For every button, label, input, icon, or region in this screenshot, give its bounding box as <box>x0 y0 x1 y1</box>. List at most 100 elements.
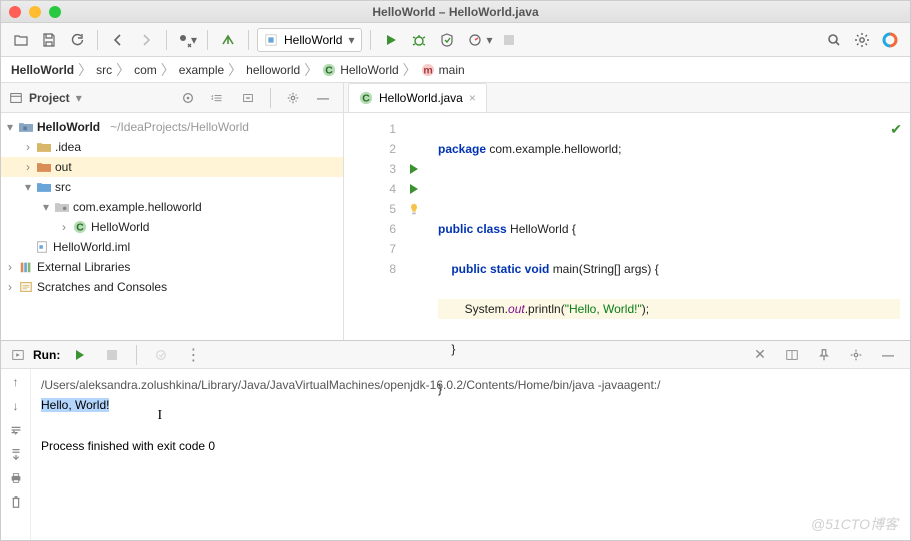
svg-text:C: C <box>362 93 370 105</box>
hide-panel-icon[interactable]: — <box>311 86 335 110</box>
scroll-to-end-icon[interactable] <box>9 447 23 461</box>
add-config-icon[interactable]: ▾ <box>175 28 199 52</box>
title-bar: HelloWorld – HelloWorld.java <box>1 1 910 23</box>
tab-filename: HelloWorld.java <box>379 91 463 105</box>
run-icon[interactable] <box>379 28 403 52</box>
down-stack-icon[interactable]: ↓ <box>13 399 19 413</box>
console-command-line: /Users/aleksandra.zolushkina/Library/Jav… <box>41 375 900 395</box>
breadcrumb-item[interactable]: HelloWorld <box>11 63 74 77</box>
folder-icon <box>37 141 51 153</box>
up-stack-icon[interactable]: ↑ <box>13 375 19 389</box>
profile-icon[interactable] <box>463 28 487 52</box>
watermark-text: @51CTO博客 <box>811 514 898 534</box>
breadcrumb-item[interactable]: example <box>179 63 224 77</box>
project-tool-window: Project ▾ — ▾ HelloWorld ~/IdeaProjects/… <box>1 83 344 340</box>
module-file-icon <box>35 240 49 254</box>
class-icon: C <box>359 91 373 105</box>
run-gutter-icon[interactable] <box>408 183 420 195</box>
soft-wrap-icon[interactable] <box>9 423 23 437</box>
navigation-breadcrumb: HelloWorld〉 src〉 com〉 example〉 helloworl… <box>1 57 910 83</box>
tree-folder-idea[interactable]: ›.idea <box>1 137 343 157</box>
expand-all-icon[interactable] <box>206 86 230 110</box>
class-icon: C <box>322 63 336 77</box>
debug-icon[interactable] <box>407 28 431 52</box>
jetbrains-icon[interactable] <box>878 28 902 52</box>
svg-text:C: C <box>325 64 333 76</box>
java-app-icon <box>264 33 278 47</box>
run-config-selector[interactable]: HelloWorld ▾ <box>257 28 362 52</box>
collapse-all-icon[interactable] <box>236 86 260 110</box>
run-tool-window: Run: ⋮ ✕ — ↑ ↓ /Users/aleksandra.zolushk… <box>1 340 910 540</box>
close-tab-icon[interactable]: × <box>469 91 476 105</box>
select-opened-file-icon[interactable] <box>176 86 200 110</box>
save-icon[interactable] <box>37 28 61 52</box>
svg-text:C: C <box>76 222 84 234</box>
maximize-window-button[interactable] <box>49 6 61 18</box>
stop-run-icon[interactable] <box>100 343 124 367</box>
run-panel-icon <box>11 348 25 362</box>
source-folder-icon <box>37 181 51 193</box>
tree-external-libraries[interactable]: ›External Libraries <box>1 257 343 277</box>
minimize-window-button[interactable] <box>29 6 41 18</box>
tree-folder-out[interactable]: ›out <box>1 157 343 177</box>
coverage-icon[interactable] <box>435 28 459 52</box>
print-icon[interactable] <box>9 471 23 485</box>
search-everywhere-icon[interactable] <box>822 28 846 52</box>
editor-area: C HelloWorld.java × 12345678 package com… <box>344 83 910 340</box>
breadcrumb-item[interactable]: helloworld <box>246 63 300 77</box>
tree-iml-file[interactable]: HelloWorld.iml <box>1 237 343 257</box>
console-exit-line: Process finished with exit code 0 <box>41 436 900 456</box>
window-title: HelloWorld – HelloWorld.java <box>1 5 910 19</box>
code-editor[interactable]: 12345678 package com.example.helloworld;… <box>344 113 910 340</box>
run-sidebar: ↑ ↓ <box>1 369 31 540</box>
line-number-gutter: 12345678 <box>344 113 400 340</box>
project-root-node[interactable]: ▾ HelloWorld ~/IdeaProjects/HelloWorld <box>1 117 343 137</box>
project-tree[interactable]: ▾ HelloWorld ~/IdeaProjects/HelloWorld ›… <box>1 113 343 340</box>
code-content[interactable]: package com.example.helloworld; public c… <box>428 113 910 340</box>
close-window-button[interactable] <box>9 6 21 18</box>
stop-icon[interactable] <box>497 28 521 52</box>
editor-tabs: C HelloWorld.java × <box>344 83 910 113</box>
console-output-line: Hello, World! <box>41 398 109 412</box>
project-view-icon[interactable] <box>9 91 23 105</box>
breadcrumb-item[interactable]: src <box>96 63 112 77</box>
project-panel-title: Project <box>29 91 70 105</box>
breadcrumb-item[interactable]: com <box>134 63 157 77</box>
tree-folder-src[interactable]: ▾src <box>1 177 343 197</box>
method-icon: m <box>421 63 435 77</box>
tree-scratches[interactable]: ›Scratches and Consoles <box>1 277 343 297</box>
panel-settings-icon[interactable] <box>281 86 305 110</box>
build-icon[interactable] <box>216 28 240 52</box>
rerun-failed-icon[interactable] <box>149 343 173 367</box>
open-file-icon[interactable] <box>9 28 33 52</box>
inspection-ok-icon[interactable]: ✔ <box>890 121 902 138</box>
run-console[interactable]: /Users/aleksandra.zolushkina/Library/Jav… <box>31 369 910 540</box>
editor-tab[interactable]: C HelloWorld.java × <box>348 83 487 112</box>
breadcrumb-item[interactable]: CHelloWorld <box>322 63 398 77</box>
class-icon: C <box>73 220 87 234</box>
text-cursor-icon: I <box>157 408 162 423</box>
libraries-icon <box>19 260 33 274</box>
gutter-icons <box>400 113 428 340</box>
run-panel-label: Run: <box>33 348 60 362</box>
run-config-name: HelloWorld <box>284 33 342 47</box>
rerun-icon[interactable] <box>68 343 92 367</box>
run-gutter-icon[interactable] <box>408 163 420 175</box>
project-panel-header: Project ▾ — <box>1 83 343 113</box>
module-icon <box>19 121 33 133</box>
intention-bulb-icon[interactable] <box>407 202 421 216</box>
breadcrumb-item[interactable]: mmain <box>421 63 465 77</box>
more-actions-icon[interactable]: ⋮ <box>181 343 205 367</box>
refresh-icon[interactable] <box>65 28 89 52</box>
package-icon <box>55 201 69 213</box>
excluded-folder-icon <box>37 161 51 173</box>
tree-class[interactable]: ›CHelloWorld <box>1 217 343 237</box>
forward-icon[interactable] <box>134 28 158 52</box>
scratches-icon <box>19 280 33 294</box>
settings-icon[interactable] <box>850 28 874 52</box>
back-icon[interactable] <box>106 28 130 52</box>
clear-all-icon[interactable] <box>9 495 23 509</box>
main-toolbar: ▾ HelloWorld ▾ ▾ <box>1 23 910 57</box>
svg-text:m: m <box>423 64 432 76</box>
tree-package[interactable]: ▾com.example.helloworld <box>1 197 343 217</box>
